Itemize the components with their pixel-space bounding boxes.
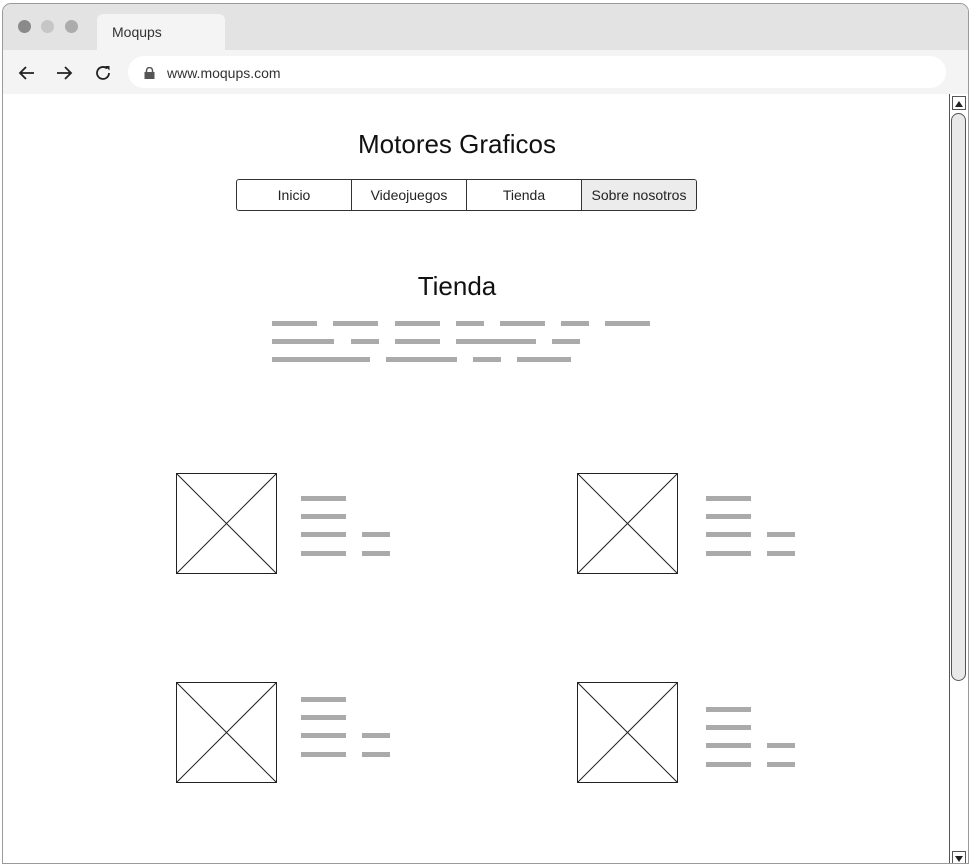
reload-icon[interactable] xyxy=(94,64,112,82)
scroll-down-button[interactable] xyxy=(952,851,966,863)
text-placeholder xyxy=(386,357,457,362)
text-placeholder xyxy=(767,532,795,537)
nav-item-inicio[interactable]: Inicio xyxy=(237,180,352,210)
text-placeholder xyxy=(362,532,390,537)
text-placeholder xyxy=(301,752,346,757)
text-placeholder xyxy=(272,321,317,326)
text-placeholder xyxy=(272,339,334,344)
image-placeholder-icon xyxy=(577,682,678,783)
text-placeholder xyxy=(301,733,346,738)
text-placeholder xyxy=(500,321,545,326)
scrollbar-thumb[interactable] xyxy=(951,113,966,681)
text-placeholder xyxy=(706,725,751,730)
nav-item-videojuegos[interactable]: Videojuegos xyxy=(352,180,467,210)
image-placeholder-icon xyxy=(176,473,277,574)
image-placeholder-icon xyxy=(176,682,277,783)
text-placeholder xyxy=(301,551,346,556)
text-placeholder xyxy=(362,733,390,738)
text-placeholder xyxy=(767,551,795,556)
text-placeholder xyxy=(362,752,390,757)
tab-title: Moqups xyxy=(112,24,162,40)
text-placeholder xyxy=(362,551,390,556)
text-placeholder xyxy=(395,339,440,344)
triangle-down-icon xyxy=(955,856,963,862)
url-text: www.moqups.com xyxy=(167,65,281,81)
browser-toolbar: www.moqups.com xyxy=(3,50,968,94)
back-arrow-icon[interactable] xyxy=(18,64,36,82)
text-placeholder xyxy=(473,357,501,362)
text-placeholder xyxy=(517,357,571,362)
text-placeholder xyxy=(301,514,346,519)
text-placeholder xyxy=(351,339,379,344)
vertical-scrollbar[interactable] xyxy=(949,94,968,863)
image-placeholder-icon xyxy=(577,473,678,574)
text-placeholder xyxy=(561,321,589,326)
scroll-up-button[interactable] xyxy=(952,96,966,110)
text-placeholder xyxy=(333,321,378,326)
minimize-window-button[interactable] xyxy=(41,20,54,33)
text-placeholder xyxy=(301,697,346,702)
site-title: Motores Graficos xyxy=(358,129,556,159)
text-placeholder xyxy=(301,496,346,501)
nav-item-sobre-nosotros[interactable]: Sobre nosotros xyxy=(582,180,696,210)
text-placeholder xyxy=(706,514,751,519)
text-placeholder xyxy=(552,339,580,344)
lock-icon xyxy=(144,67,155,79)
nav-item-tienda[interactable]: Tienda xyxy=(467,180,582,210)
text-placeholder xyxy=(272,357,370,362)
text-placeholder xyxy=(395,321,440,326)
forward-arrow-icon[interactable] xyxy=(55,64,73,82)
triangle-up-icon xyxy=(955,101,963,107)
text-placeholder xyxy=(706,707,751,712)
close-window-button[interactable] xyxy=(18,20,31,33)
browser-window: Moqups www.moqups.com Motores Graficos I… xyxy=(2,3,969,864)
text-placeholder xyxy=(456,321,484,326)
nav-bar: Inicio Videojuegos Tienda Sobre nosotros xyxy=(236,179,697,211)
text-placeholder xyxy=(301,715,346,720)
text-placeholder xyxy=(706,551,751,556)
browser-tab[interactable]: Moqups xyxy=(97,14,225,50)
text-placeholder xyxy=(605,321,650,326)
text-placeholder xyxy=(706,743,751,748)
text-placeholder xyxy=(767,762,795,767)
text-placeholder xyxy=(767,743,795,748)
text-placeholder xyxy=(456,339,536,344)
text-placeholder xyxy=(706,496,751,501)
maximize-window-button[interactable] xyxy=(65,20,78,33)
section-title: Tienda xyxy=(417,271,497,301)
text-placeholder xyxy=(301,532,346,537)
text-placeholder xyxy=(706,762,751,767)
text-placeholder xyxy=(706,532,751,537)
page-content: Motores Graficos Inicio Videojuegos Tien… xyxy=(3,94,949,863)
title-bar: Moqups xyxy=(3,4,968,50)
address-bar[interactable]: www.moqups.com xyxy=(128,56,946,88)
